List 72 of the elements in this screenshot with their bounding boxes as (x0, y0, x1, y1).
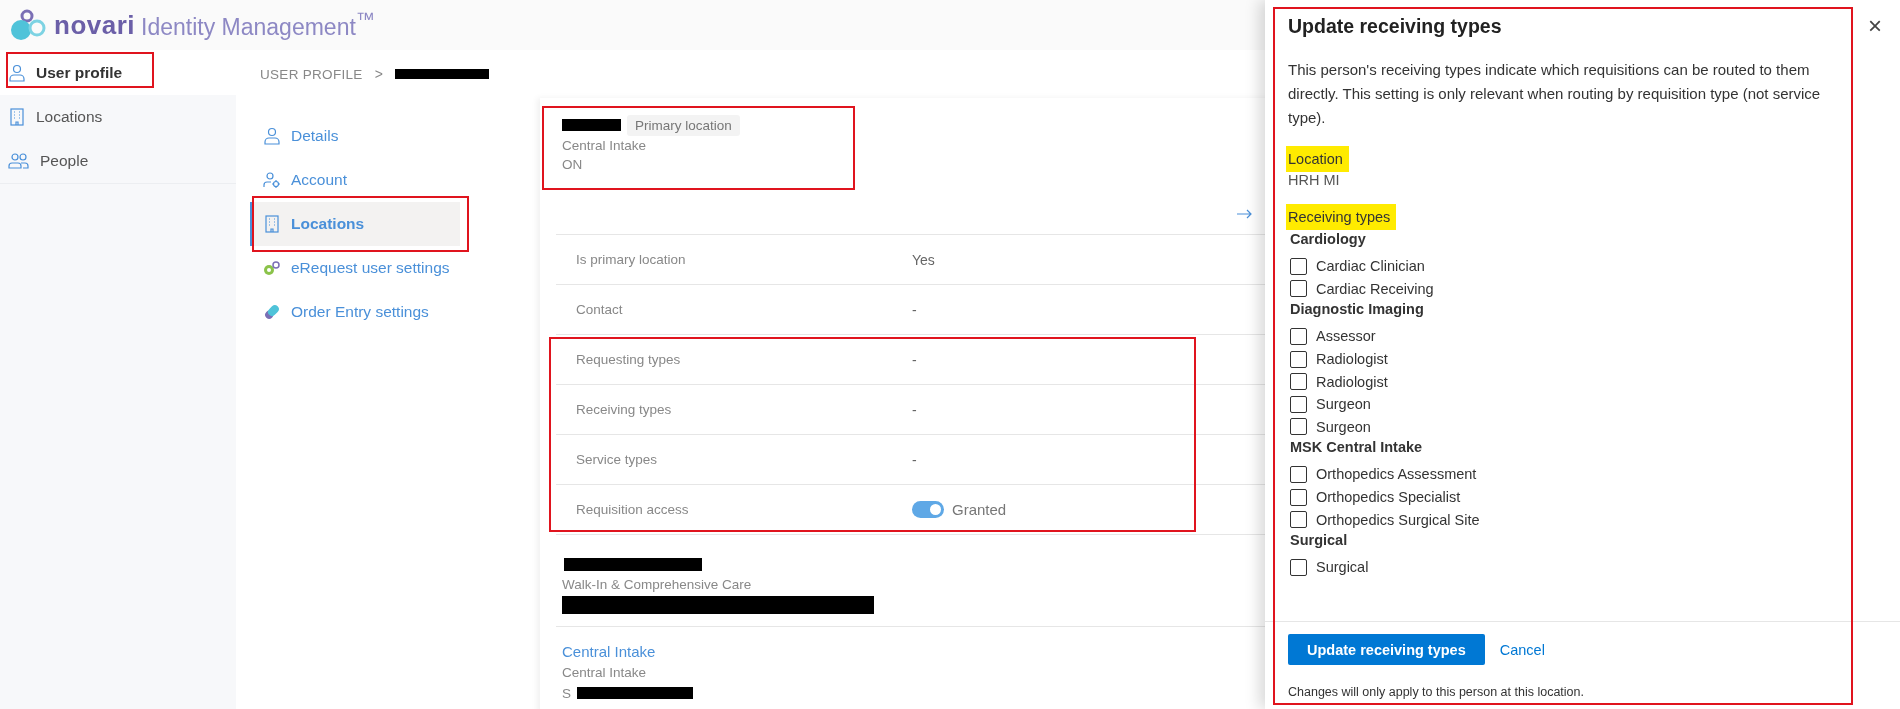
primary-badge: Primary location (627, 114, 740, 136)
checkbox-label[interactable]: Surgical (1316, 559, 1369, 576)
pill-icon (263, 303, 281, 321)
update-button[interactable]: Update receiving types (1288, 634, 1485, 665)
checkbox-label[interactable]: Cardiac Clinician (1316, 258, 1425, 275)
field-label: Receiving types (576, 402, 673, 417)
close-button[interactable]: × (1864, 14, 1886, 38)
checkbox[interactable] (1290, 350, 1307, 368)
breadcrumb-separator: > (374, 66, 383, 82)
checkbox[interactable] (1290, 558, 1307, 576)
field-label: Requesting types (576, 352, 682, 367)
field-value: - (912, 401, 917, 418)
checkbox-label[interactable]: Orthopedics Assessment (1316, 466, 1477, 483)
field-value: Granted (952, 501, 1007, 518)
group-heading: Cardiology (1290, 231, 1367, 247)
checkbox[interactable] (1290, 280, 1307, 298)
location-value: HRH MI (1288, 172, 1341, 188)
checkbox[interactable] (1290, 257, 1307, 275)
sidebar-item[interactable]: Locations (0, 95, 236, 139)
field-value: - (912, 351, 917, 368)
logo-icon (8, 8, 48, 42)
field-label: Requisition access (576, 502, 690, 517)
section-label: Location (1286, 146, 1349, 172)
checkbox-label[interactable]: Orthopedics Surgical Site (1316, 511, 1480, 528)
access-toggle[interactable] (912, 501, 944, 518)
address-text: S (562, 684, 571, 703)
checkbox-label[interactable]: Radiologist (1316, 373, 1388, 390)
person-gear-icon (263, 171, 281, 189)
group-heading: MSK Central Intake (1290, 439, 1424, 456)
panel-title: Update receiving types (1288, 14, 1502, 38)
checkbox[interactable] (1290, 511, 1307, 529)
checkbox[interactable] (1290, 373, 1307, 391)
panel-description: This person's receiving types indicate which requisitions can be routed to them directly. This setting is only relevant when routing by requisition type (not service type). (1288, 60, 1822, 128)
people-icon (8, 152, 30, 170)
checkbox[interactable] (1290, 488, 1307, 506)
field-value: Yes (912, 251, 935, 268)
program-name: Walk-In & Comprehensive Care (562, 576, 752, 594)
checkbox[interactable] (1290, 328, 1307, 345)
person-icon (263, 127, 281, 145)
checkbox-label[interactable]: Radiologist (1316, 351, 1388, 368)
product-name: Identity Management$^{™}$ (141, 9, 375, 41)
sidebar-item[interactable]: People (0, 139, 236, 184)
brand-name: novari (54, 9, 136, 41)
footer-note: Changes will only apply to this person at this location. (1288, 685, 1585, 699)
group-heading: Diagnostic Imaging (1290, 301, 1425, 318)
checkbox[interactable] (1290, 395, 1307, 413)
section-label: Receiving types (1286, 204, 1397, 230)
arrow-right-icon[interactable] (1237, 209, 1253, 219)
building-icon (8, 108, 26, 126)
checkbox-label[interactable]: Orthopedics Specialist (1316, 489, 1461, 506)
province-text: ON (562, 156, 583, 174)
field-label: Service types (576, 452, 659, 467)
checkbox[interactable] (1290, 465, 1307, 483)
person-icon (8, 63, 26, 82)
checkbox-label[interactable]: Assessor (1316, 328, 1376, 345)
link-rings-icon (263, 259, 281, 277)
checkbox[interactable] (1290, 418, 1307, 436)
building-icon (263, 215, 281, 233)
sidebar-item[interactable]: User profile (0, 50, 236, 95)
field-value: - (912, 301, 917, 318)
field-value: - (912, 451, 917, 468)
field-label: Contact (576, 302, 624, 317)
checkbox-label[interactable]: Cardiac Receiving (1316, 280, 1434, 297)
program-name: Central Intake (562, 137, 647, 155)
checkbox-label[interactable]: Surgeon (1316, 418, 1371, 435)
group-heading: Surgical (1290, 531, 1349, 548)
program-name: Central Intake (562, 664, 647, 682)
redaction-bar (562, 119, 621, 131)
breadcrumb-link[interactable]: USER PROFILE (260, 66, 363, 82)
checkbox-label[interactable]: Surgeon (1316, 396, 1371, 413)
cancel-link[interactable]: Cancel (1499, 641, 1545, 658)
field-label: Is primary location (576, 252, 687, 267)
